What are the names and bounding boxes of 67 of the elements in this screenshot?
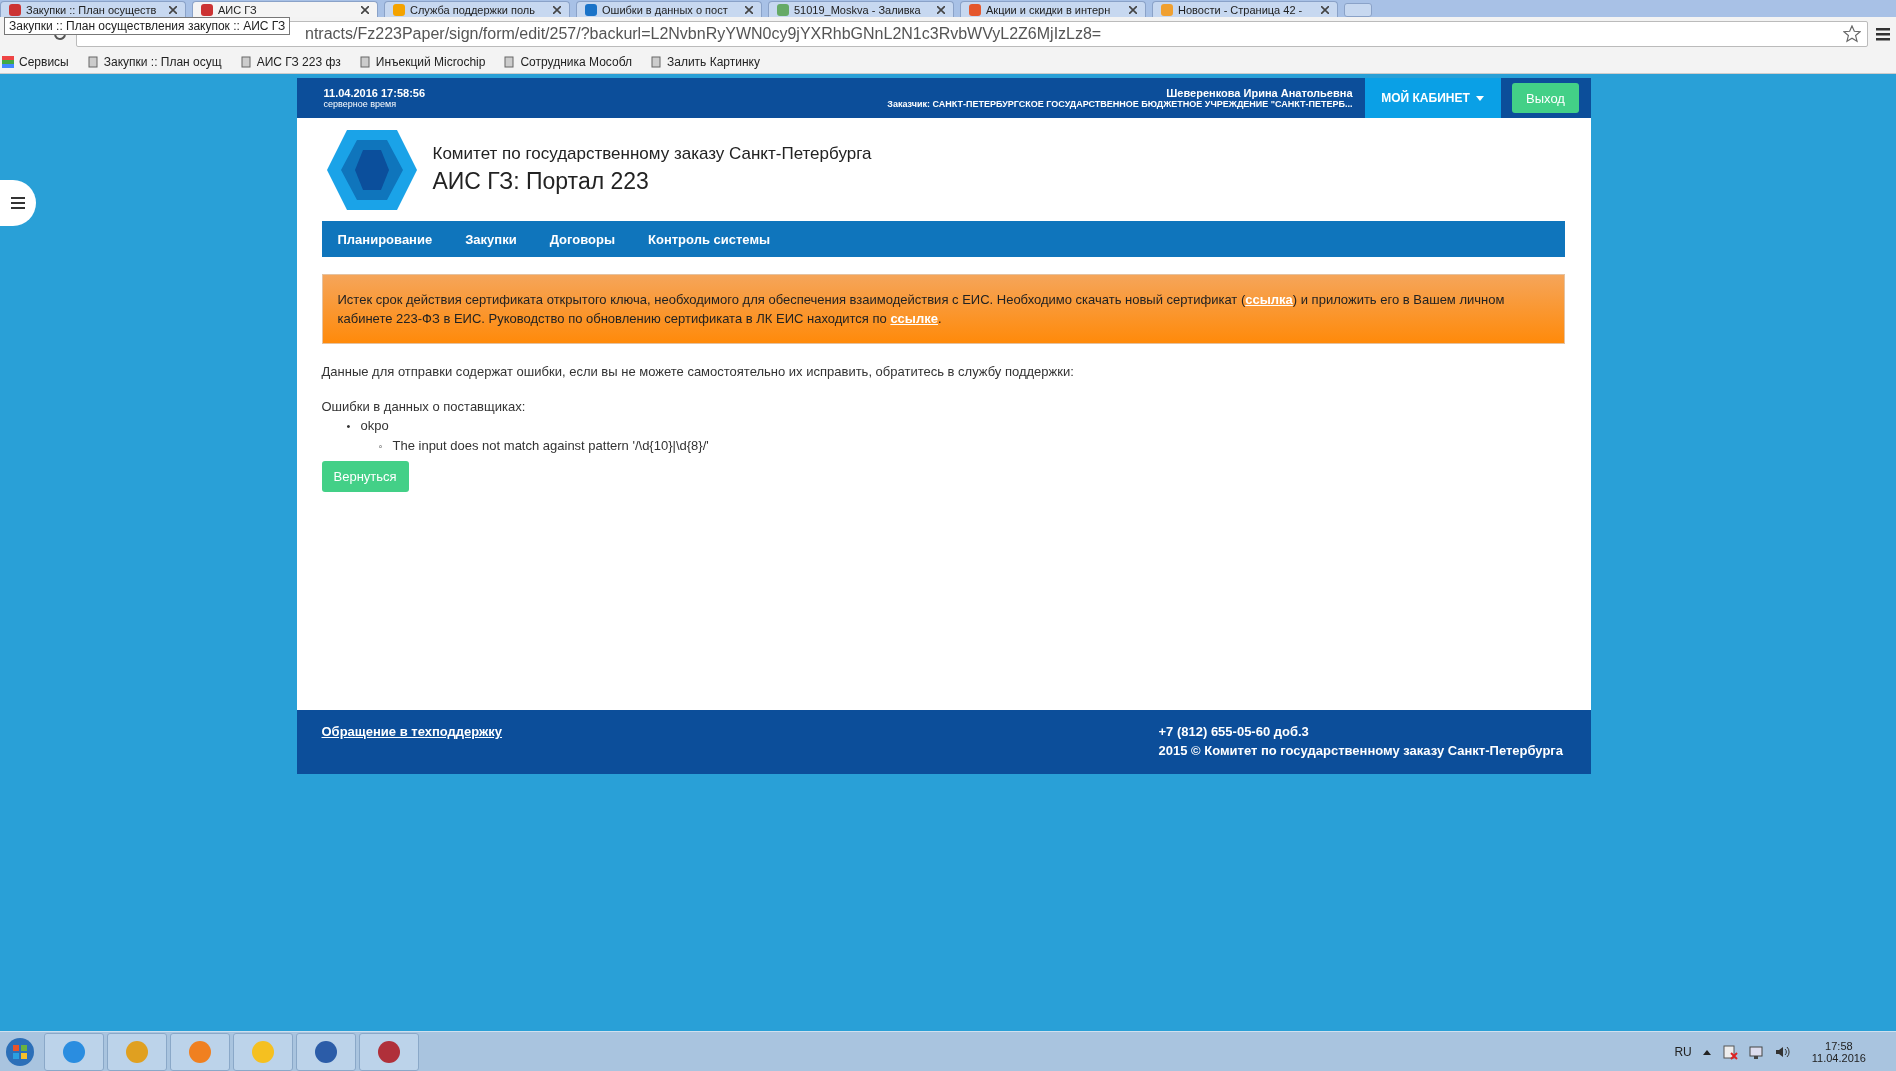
page-icon xyxy=(1161,3,1173,16)
star-icon[interactable] xyxy=(1843,25,1861,43)
bookmark[interactable]: Залить Картинку xyxy=(649,55,760,69)
clock-date[interactable]: 11.04.2016 xyxy=(1811,1051,1866,1064)
page-icon xyxy=(393,3,405,16)
page-icon xyxy=(969,3,981,16)
close-icon[interactable] xyxy=(361,5,369,14)
logo-icon xyxy=(326,129,417,210)
menu-icon xyxy=(11,197,25,209)
taskbar-app[interactable] xyxy=(296,1032,356,1071)
page-icon xyxy=(201,3,213,16)
close-icon[interactable] xyxy=(553,5,561,14)
bookmark[interactable]: АИС ГЗ 223 фз xyxy=(239,55,341,69)
nav-link[interactable]: Планирование xyxy=(337,231,433,247)
browser-tab[interactable]: АИС ГЗ xyxy=(192,1,378,17)
nav-link[interactable]: Закупки xyxy=(465,231,517,247)
close-icon[interactable] xyxy=(1321,5,1329,14)
bookmark-icon xyxy=(649,56,662,68)
bookmark[interactable]: Инъекций Microchip xyxy=(358,55,486,69)
menu-icon[interactable] xyxy=(1876,27,1890,41)
phone-number: +7 (812) 655-05-60 доб.3 xyxy=(1158,724,1310,739)
clock-time[interactable]: 17:58 xyxy=(1825,1039,1853,1052)
list-bullet: • xyxy=(346,419,352,434)
browser-tab[interactable]: Акции и скидки в интерн xyxy=(960,1,1146,17)
bookmark[interactable]: Сотрудника Мособл xyxy=(503,55,632,69)
page-icon xyxy=(585,3,597,16)
nav-link[interactable]: Договоры xyxy=(549,231,615,247)
organization-name: Комитет по государственному заказу Санкт-Петербурга xyxy=(432,144,872,164)
close-icon[interactable] xyxy=(1129,5,1137,14)
list-bullet: ◦ xyxy=(378,439,384,454)
server-datetime: 11.04.2016 17:58:56 xyxy=(323,87,427,99)
user-name: Шеверенкова Ирина Анатольевна xyxy=(1166,87,1353,99)
bookmark-icon xyxy=(86,56,99,68)
support-link[interactable]: Обращение в техподдержку xyxy=(321,724,503,774)
caret-icon xyxy=(1475,95,1484,101)
url-text: ntracts/Fz223Paper/sign/form/edit/257/?backurl=L2NvbnRyYWN0cy9jYXRhbGNnL2N1c3RvbWVyL2Z6MjIzLz8= xyxy=(305,25,1102,43)
errors-heading: Ошибки в данных о поставщиках: xyxy=(321,399,527,414)
tooltip: Закупки :: План осуществления закупок :: АИС ГЗ xyxy=(4,17,291,35)
language-indicator[interactable]: RU xyxy=(1674,1044,1692,1059)
close-icon[interactable] xyxy=(169,5,177,14)
bookmark-icon xyxy=(239,56,252,68)
menu-button[interactable] xyxy=(0,180,36,226)
browser-tab[interactable]: 51019_Moskva - Заливка xyxy=(768,1,954,17)
app-icon xyxy=(250,1038,276,1065)
bookmark[interactable]: Закупки :: План осущ xyxy=(86,55,222,69)
nav-link[interactable]: Контроль системы xyxy=(648,231,771,247)
network-icon[interactable] xyxy=(1747,1043,1764,1060)
taskbar-app[interactable] xyxy=(359,1032,419,1071)
bookmark-icon xyxy=(358,56,371,68)
bookmark-icon xyxy=(503,56,516,68)
close-icon[interactable] xyxy=(937,5,945,14)
browser-tab[interactable]: Новости - Страница 42 - xyxy=(1152,1,1338,17)
page-icon xyxy=(9,3,21,16)
portal-title: АИС ГЗ: Портал 223 xyxy=(432,168,650,195)
bookmark[interactable]: Сервисы xyxy=(2,55,69,69)
page-icon xyxy=(777,3,789,16)
browser-tab[interactable]: Ошибки в данных о пост xyxy=(576,1,762,17)
error-field: okpo xyxy=(360,418,389,433)
browser-tab[interactable]: Закупки :: План осуществ xyxy=(0,1,186,17)
browser-tab[interactable]: Служба поддержки поль xyxy=(384,1,570,17)
certificate-warning: Истек срок действия сертификата открытого ключа, необходимого для обеспечения взаимодействия с ЕИС. Необходимо скачать новый сертификат (ссылка) и приложить его в Вашем личном кабинете 223-ФЗ в ЕИС. Руководство по обновлению сертификата в ЛК ЕИС находится по ссылке. xyxy=(321,274,1565,344)
error-message: Данные для отправки содержат ошибки, если вы не можете самостоятельно их исправить, обратитесь в службу поддержки: xyxy=(321,364,1075,379)
customer-name: Заказчик: САНКТ-ПЕТЕРБУРГСКОЕ ГОСУДАРСТВЕННОЕ БЮДЖЕТНОЕ УЧРЕЖДЕНИЕ "САНКТ-ПЕТЕРБ... xyxy=(887,99,1353,109)
close-icon[interactable] xyxy=(745,5,753,14)
apps-icon xyxy=(2,56,14,68)
server-time-label: серверное время xyxy=(323,99,398,109)
error-detail: The input does not match against pattern '/\d{10}|\d{8}/' xyxy=(392,438,709,453)
